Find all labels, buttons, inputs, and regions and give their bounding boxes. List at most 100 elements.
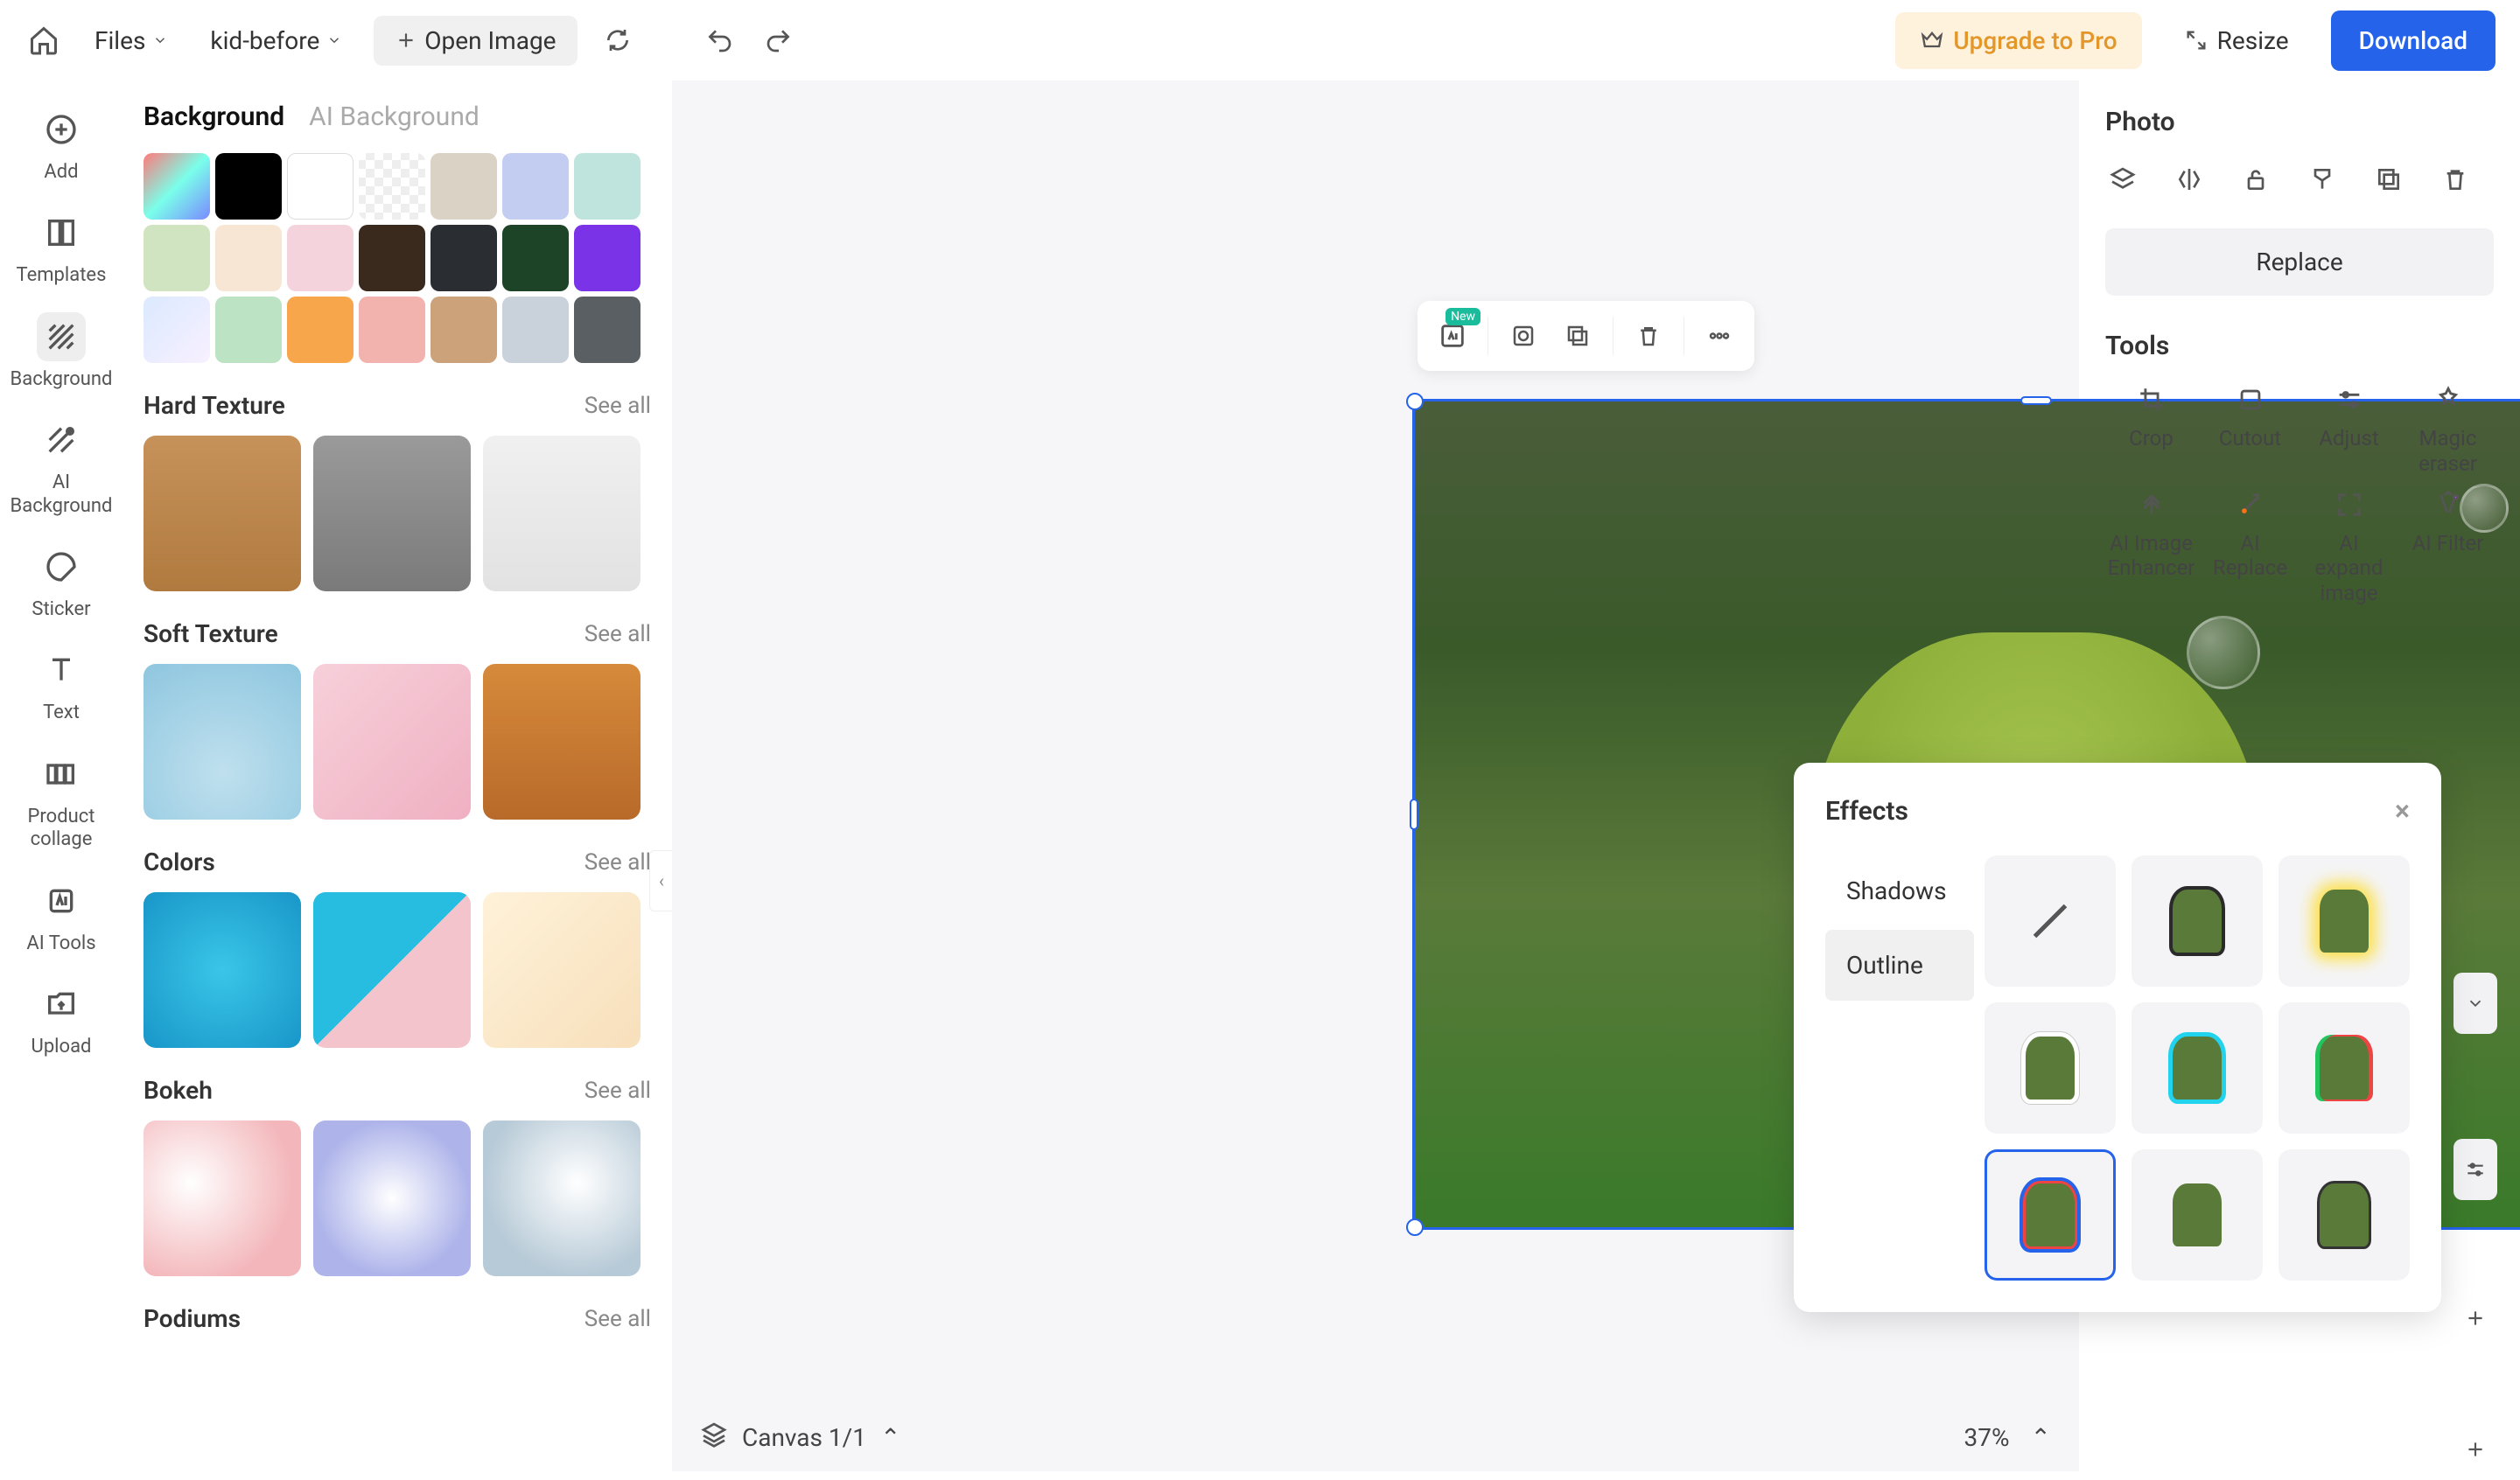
opacity-icon[interactable] bbox=[2305, 162, 2340, 197]
chevron-up-icon[interactable]: ⌃ bbox=[880, 1423, 900, 1452]
color-swatch[interactable] bbox=[287, 297, 354, 363]
texture-thumb[interactable] bbox=[313, 436, 471, 591]
resize-handle-bl[interactable] bbox=[1406, 1218, 1424, 1236]
zoom-level[interactable]: 37% bbox=[1964, 1423, 2010, 1452]
color-swatch[interactable] bbox=[359, 297, 425, 363]
outline-option[interactable] bbox=[1984, 1002, 2116, 1134]
close-icon[interactable]: × bbox=[2395, 794, 2410, 827]
effects-tab-shadows[interactable]: Shadows bbox=[1825, 855, 1974, 926]
outline-option[interactable] bbox=[2278, 1002, 2410, 1134]
sidebar-item-ai-tools[interactable]: AI Tools bbox=[9, 876, 114, 955]
undo-button[interactable] bbox=[700, 21, 738, 59]
sidebar-item-upload[interactable]: Upload bbox=[9, 980, 114, 1058]
sidebar-item-product-collage[interactable]: Product collage bbox=[9, 750, 114, 852]
collapse-panel-button[interactable]: ‹ bbox=[649, 850, 672, 911]
texture-thumb[interactable] bbox=[144, 892, 301, 1048]
delete-button[interactable] bbox=[1624, 311, 1673, 360]
resize-handle-tl[interactable] bbox=[1406, 393, 1424, 410]
layers-icon[interactable] bbox=[2105, 162, 2140, 197]
files-dropdown[interactable]: Files bbox=[84, 19, 178, 62]
tab-ai-background[interactable]: AI Background bbox=[309, 101, 480, 132]
texture-thumb[interactable] bbox=[313, 892, 471, 1048]
sidebar-item-background[interactable]: Background bbox=[9, 312, 114, 391]
tool-magic-eraser[interactable]: Magic eraser bbox=[2402, 382, 2494, 477]
tool-ai-filter[interactable]: AI Filter bbox=[2402, 487, 2494, 606]
download-button[interactable]: Download bbox=[2331, 10, 2496, 71]
frame-button[interactable] bbox=[1499, 311, 1548, 360]
tool-ai-expand-image[interactable]: AI expand image bbox=[2303, 487, 2395, 606]
color-swatch[interactable] bbox=[359, 225, 425, 291]
see-all-link[interactable]: See all bbox=[584, 393, 651, 419]
copy-icon[interactable] bbox=[2371, 162, 2406, 197]
color-swatch[interactable] bbox=[430, 153, 497, 220]
color-swatch[interactable] bbox=[144, 153, 210, 220]
trash-icon[interactable] bbox=[2438, 162, 2473, 197]
texture-thumb[interactable] bbox=[144, 664, 301, 820]
see-all-link[interactable]: See all bbox=[584, 621, 651, 647]
sidebar-item-add[interactable]: Add bbox=[9, 105, 114, 184]
resize-handle-mt[interactable] bbox=[2020, 396, 2052, 405]
flip-icon[interactable] bbox=[2172, 162, 2207, 197]
color-swatch[interactable] bbox=[359, 153, 425, 220]
strip-button-sliders[interactable] bbox=[2454, 1139, 2497, 1200]
resize-handle-ml[interactable] bbox=[1410, 799, 1418, 830]
texture-thumb[interactable] bbox=[483, 436, 640, 591]
resize-button[interactable]: Resize bbox=[2163, 12, 2310, 69]
open-image-button[interactable]: Open Image bbox=[374, 16, 577, 66]
sidebar-item-ai-background[interactable]: AI Background bbox=[9, 415, 114, 518]
texture-thumb[interactable] bbox=[483, 1120, 640, 1276]
replace-button[interactable]: Replace bbox=[2105, 228, 2494, 296]
color-swatch[interactable] bbox=[502, 225, 569, 291]
tool-ai-image-enhancer[interactable]: AI Image Enhancer bbox=[2105, 487, 2197, 606]
strip-button-plus[interactable] bbox=[2454, 1288, 2497, 1349]
outline-option[interactable] bbox=[2132, 1002, 2263, 1134]
color-swatch[interactable] bbox=[215, 153, 282, 220]
color-swatch[interactable] bbox=[144, 297, 210, 363]
duplicate-button[interactable] bbox=[1553, 311, 1602, 360]
color-swatch[interactable] bbox=[287, 153, 354, 220]
see-all-link[interactable]: See all bbox=[584, 1078, 651, 1104]
texture-thumb[interactable] bbox=[144, 1120, 301, 1276]
color-swatch[interactable] bbox=[574, 225, 640, 291]
ai-tool-button[interactable]: New bbox=[1428, 311, 1477, 360]
tool-cutout[interactable]: Cutout bbox=[2204, 382, 2296, 477]
tool-adjust[interactable]: Adjust bbox=[2303, 382, 2395, 477]
effects-tab-outline[interactable]: Outline bbox=[1825, 930, 1974, 1001]
color-swatch[interactable] bbox=[502, 297, 569, 363]
upgrade-to-pro-button[interactable]: Upgrade to Pro bbox=[1895, 12, 2141, 69]
project-name-dropdown[interactable]: kid-before bbox=[200, 19, 353, 62]
more-button[interactable] bbox=[1695, 311, 1744, 360]
sidebar-item-templates[interactable]: Templates bbox=[9, 208, 114, 287]
texture-thumb[interactable] bbox=[144, 436, 301, 591]
see-all-link[interactable]: See all bbox=[584, 1306, 651, 1332]
color-swatch[interactable] bbox=[430, 225, 497, 291]
color-swatch[interactable] bbox=[287, 225, 354, 291]
sidebar-item-text[interactable]: Text bbox=[9, 646, 114, 724]
tool-crop[interactable]: Crop bbox=[2105, 382, 2197, 477]
color-swatch[interactable] bbox=[502, 153, 569, 220]
strip-button-chevron[interactable] bbox=[2454, 973, 2497, 1034]
sync-icon[interactable] bbox=[598, 21, 637, 59]
chevron-up-icon[interactable]: ⌃ bbox=[2031, 1423, 2051, 1452]
color-swatch[interactable] bbox=[215, 297, 282, 363]
see-all-link[interactable]: See all bbox=[584, 849, 651, 876]
home-icon[interactable] bbox=[24, 21, 63, 59]
outline-option[interactable] bbox=[1984, 855, 2116, 987]
outline-option[interactable] bbox=[2132, 855, 2263, 987]
outline-option[interactable] bbox=[1984, 1149, 2116, 1281]
color-swatch[interactable] bbox=[574, 153, 640, 220]
outline-option[interactable] bbox=[2278, 855, 2410, 987]
color-swatch[interactable] bbox=[144, 225, 210, 291]
lock-icon[interactable] bbox=[2238, 162, 2273, 197]
color-swatch[interactable] bbox=[215, 225, 282, 291]
layers-icon[interactable] bbox=[700, 1421, 728, 1455]
color-swatch[interactable] bbox=[430, 297, 497, 363]
texture-thumb[interactable] bbox=[313, 1120, 471, 1276]
tab-background[interactable]: Background bbox=[144, 101, 284, 132]
sidebar-item-sticker[interactable]: Sticker bbox=[9, 542, 114, 621]
color-swatch[interactable] bbox=[574, 297, 640, 363]
tool-ai-replace[interactable]: AI Replace bbox=[2204, 487, 2296, 606]
texture-thumb[interactable] bbox=[313, 664, 471, 820]
texture-thumb[interactable] bbox=[483, 892, 640, 1048]
redo-button[interactable] bbox=[760, 21, 798, 59]
